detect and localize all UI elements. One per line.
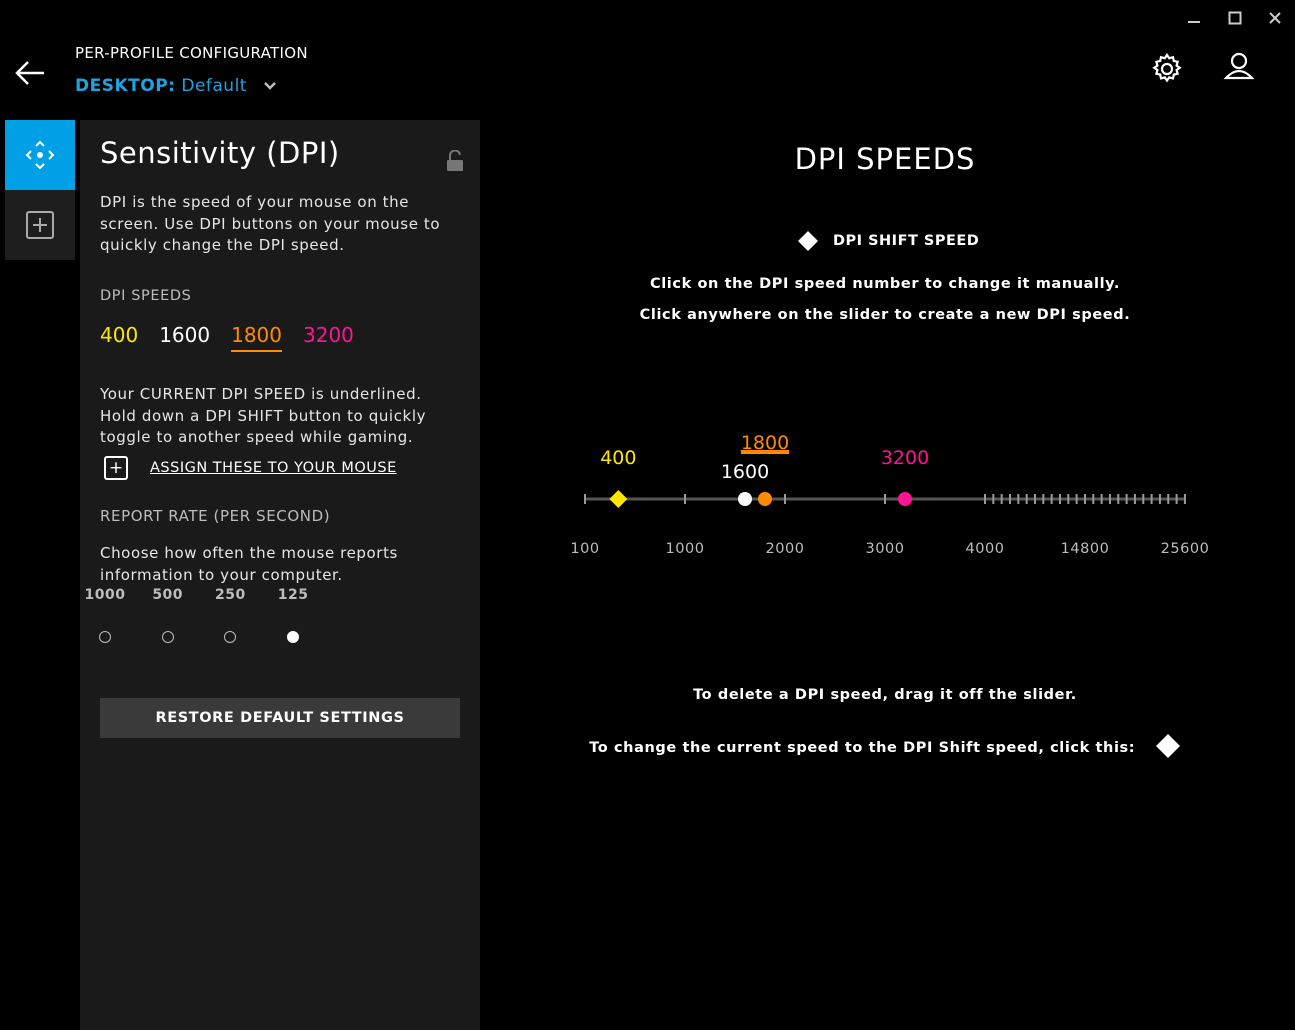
maximize-icon — [1228, 11, 1242, 25]
instruction-change-manually: Click on the DPI speed number to change … — [650, 276, 1120, 292]
shift-speed-row: To change the current speed to the DPI S… — [480, 733, 1290, 763]
maximize-button[interactable] — [1225, 10, 1245, 30]
back-button[interactable] — [14, 58, 48, 88]
dpi-marker-label[interactable]: 3200 — [881, 447, 929, 469]
report-rate-option[interactable]: 1000 — [80, 587, 130, 643]
dpi-marker-dot — [898, 492, 912, 506]
dpi-slider[interactable]: 100 1000 2000 3000 4000 14800 25600 400 1600 1800… — [480, 420, 1295, 570]
report-rate-label: 125 — [277, 587, 309, 603]
sensitivity-tab[interactable] — [5, 120, 75, 190]
unlock-icon — [447, 149, 463, 171]
shift-speed-note: To change the current speed to the DPI S… — [589, 740, 1136, 756]
slider-scale-label: 100 — [570, 541, 599, 557]
slider-scale-label: 3000 — [866, 541, 905, 557]
set-shift-speed-button[interactable] — [1155, 733, 1181, 763]
dpi-marker[interactable] — [758, 492, 772, 506]
report-rate-label: 1000 — [84, 587, 126, 603]
slider-scale-label: 25600 — [1161, 541, 1210, 557]
minimize-icon — [1188, 21, 1200, 23]
report-rate-option[interactable]: 125 — [268, 587, 318, 643]
profile-value: Default — [181, 76, 247, 96]
dpi-intro-text: DPI is the speed of your mouse on the sc… — [100, 193, 441, 254]
report-rate-radio[interactable] — [287, 631, 300, 643]
report-rate-option[interactable]: 250 — [205, 587, 255, 643]
instruction-create-speed: Click anywhere on the slider to create a… — [639, 307, 1131, 323]
assign-label: ASSIGN THESE TO YOUR MOUSE — [150, 460, 397, 476]
legend-label: DPI SHIFT SPEED — [833, 233, 980, 249]
account-button[interactable] — [1222, 50, 1256, 84]
close-icon — [1269, 12, 1281, 24]
report-rate-heading: REPORT RATE (PER SECOND) — [100, 507, 331, 525]
chevron-down-icon — [264, 82, 276, 90]
sensitivity-panel: Sensitivity (DPI) DPI is the speed of yo… — [80, 120, 480, 1030]
dpi-marker[interactable] — [609, 490, 628, 508]
report-rate-label: 500 — [152, 587, 184, 603]
dpi-marker-label[interactable]: 1800 — [741, 432, 789, 454]
feature-rail — [5, 120, 75, 260]
page-title: PER-PROFILE CONFIGURATION — [75, 44, 308, 62]
dpi-speeds-heading: DPI SPEEDS — [100, 288, 192, 304]
plus-box-icon — [26, 211, 54, 239]
settings-button[interactable] — [1150, 52, 1184, 86]
dpi-marker-dot — [758, 492, 772, 506]
dpi-speed-value[interactable]: 1800 — [231, 323, 282, 352]
slider-scale-label: 1000 — [666, 541, 705, 557]
report-rate-option[interactable]: 500 — [143, 587, 193, 643]
dpi-marker-label[interactable]: 400 — [600, 447, 636, 469]
dpi-marker[interactable] — [738, 492, 752, 506]
minimize-button[interactable] — [1184, 10, 1204, 30]
slider-scale-label: 4000 — [966, 541, 1005, 557]
slider-scale-label: 14800 — [1061, 541, 1110, 557]
assign-to-mouse-link[interactable]: + ASSIGN THESE TO YOUR MOUSE — [104, 456, 397, 480]
shift-diamond-icon — [1155, 734, 1180, 758]
restore-defaults-button[interactable]: RESTORE DEFAULT SETTINGS — [100, 698, 460, 738]
gear-icon — [1152, 53, 1182, 83]
assignments-tab[interactable] — [5, 190, 75, 260]
report-rate-radio[interactable] — [99, 631, 111, 643]
user-icon — [1223, 52, 1255, 80]
profile-label: DESKTOP: — [75, 76, 176, 96]
report-rate-radio[interactable] — [224, 631, 237, 643]
report-rate-label: 250 — [215, 587, 246, 603]
pointer-move-icon — [25, 140, 55, 170]
report-rate-description: Choose how often the mouse reports infor… — [100, 544, 398, 584]
current-speed-note: Your CURRENT DPI SPEED is underlined. Ho… — [100, 385, 427, 446]
dpi-speed-value[interactable]: 1600 — [159, 323, 210, 352]
dpi-speed-value[interactable]: 3200 — [303, 323, 354, 352]
back-arrow-icon — [15, 61, 44, 85]
delete-speed-note: To delete a DPI speed, drag it off the s… — [693, 687, 1077, 703]
profile-selector[interactable]: DESKTOP: Default — [75, 76, 277, 96]
plus-icon: + — [104, 456, 128, 480]
dpi-speeds-list: 400 1600 1800 3200 — [100, 323, 375, 352]
shift-marker-diamond — [609, 490, 628, 508]
close-button[interactable] — [1265, 10, 1285, 30]
lock-button[interactable] — [446, 149, 464, 176]
dpi-marker[interactable] — [898, 492, 912, 506]
dpi-speeds-title: DPI SPEEDS — [794, 142, 976, 176]
dpi-shift-legend: DPI SHIFT SPEED — [797, 230, 979, 252]
panel-title: Sensitivity (DPI) — [100, 136, 340, 170]
dpi-speed-value[interactable]: 400 — [100, 323, 138, 352]
dpi-marker-dot — [738, 492, 752, 506]
dpi-marker-label[interactable]: 1600 — [721, 461, 769, 483]
shift-diamond-icon — [798, 231, 818, 251]
report-rate-radio[interactable] — [161, 631, 174, 643]
slider-scale-label: 2000 — [766, 541, 805, 557]
